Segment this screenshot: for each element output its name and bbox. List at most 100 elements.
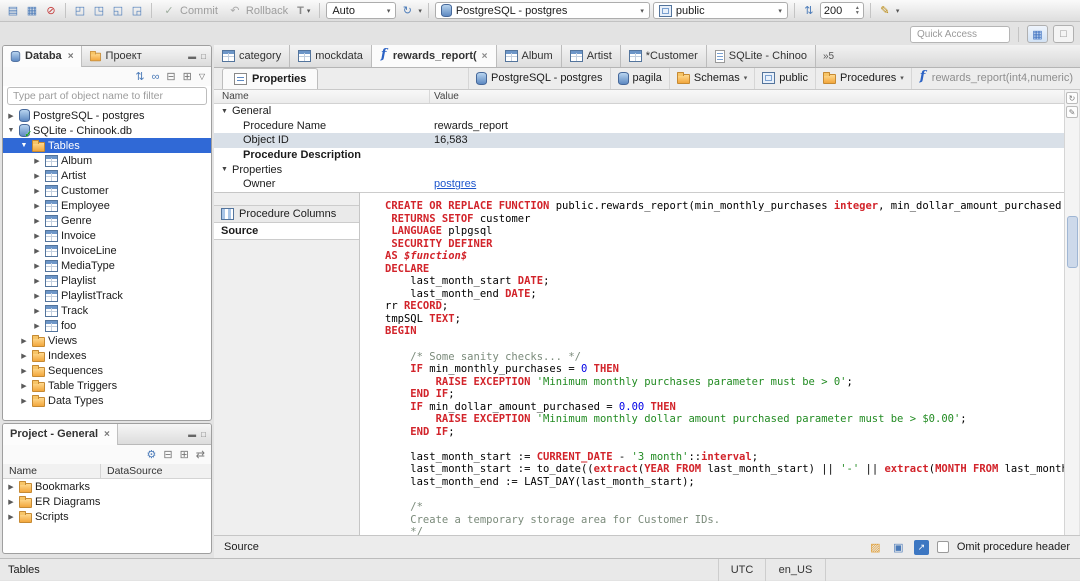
close-tab-icon[interactable]: × — [482, 51, 488, 62]
expand-arrow-icon[interactable]: ▶ — [6, 513, 16, 521]
edit-value-icon[interactable]: ✎ — [1066, 106, 1078, 118]
expand-arrow-icon[interactable]: ▶ — [32, 292, 42, 300]
tree-item-foo[interactable]: ▶ foo — [3, 318, 211, 333]
link-editor-icon[interactable]: ⇄ — [196, 448, 205, 461]
project-item-scripts[interactable]: ▶ Scripts — [3, 509, 211, 524]
expand-all-icon[interactable]: ⊞ — [183, 70, 192, 83]
window-layout-bottom-left-icon[interactable]: ◱ — [110, 3, 126, 19]
tree-item-track[interactable]: ▶ Track — [3, 303, 211, 318]
tree-item-mediatype[interactable]: ▶ MediaType — [3, 258, 211, 273]
tree-item-sequences[interactable]: ▶ Sequences — [3, 363, 211, 378]
collapse-all-icon[interactable]: ⊟ — [166, 70, 175, 83]
tree-item-playlisttrack[interactable]: ▶ PlaylistTrack — [3, 288, 211, 303]
view-menu-icon[interactable]: ▽ — [199, 72, 205, 81]
breadcrumb-item-rewards-report-int4-numeric[interactable]: rewards_report(int4,numeric) — [910, 68, 1080, 89]
window-layout-top-right-icon[interactable]: ◳ — [91, 3, 107, 19]
tab-project-general[interactable]: Project - General × — [3, 424, 118, 445]
expand-arrow-icon[interactable]: ▶ — [6, 498, 16, 506]
collapse-arrow-icon[interactable]: ▼ — [19, 142, 29, 149]
tree-item-artist[interactable]: ▶ Artist — [3, 168, 211, 183]
sync-selection-icon[interactable]: ⇅ — [135, 70, 144, 83]
tree-item-tables[interactable]: ▼ Tables — [3, 138, 211, 153]
rollback-button[interactable]: ↶ Rollback — [224, 3, 291, 19]
link-editor-icon[interactable]: ∞ — [152, 71, 160, 83]
expand-arrow-icon[interactable]: ▶ — [19, 352, 29, 360]
window-layout-bottom-right-icon[interactable]: ◲ — [129, 3, 145, 19]
close-icon[interactable]: × — [68, 51, 74, 62]
commit-button[interactable]: ✓ Commit — [158, 3, 221, 19]
open-in-sql-editor-icon[interactable]: ↗ — [913, 539, 929, 555]
editor-subtab-source[interactable]: Source — [214, 222, 359, 240]
editor-tab-album[interactable]: Album — [496, 45, 562, 67]
tree-item-table-triggers[interactable]: ▶ Table Triggers — [3, 378, 211, 393]
expand-all-icon[interactable]: ⊞ — [180, 448, 189, 461]
tree-item-album[interactable]: ▶ Album — [3, 153, 211, 168]
breadcrumb-item-pagila[interactable]: pagila — [609, 68, 669, 89]
expand-arrow-icon[interactable]: ▶ — [6, 112, 16, 120]
editor-tab-artist[interactable]: Artist — [561, 45, 621, 67]
minimize-icon[interactable]: ▬ — [188, 52, 196, 61]
expand-arrow-icon[interactable]: ▶ — [32, 277, 42, 285]
tree-item-indexes[interactable]: ▶ Indexes — [3, 348, 211, 363]
tree-item-sqlite-chinook-db[interactable]: ▼ SQLite - Chinook.db — [3, 123, 211, 140]
property-row-general[interactable]: ▼ General — [214, 104, 1064, 119]
breadcrumb-item-postgresql-postgres[interactable]: PostgreSQL - postgres — [468, 68, 609, 89]
object-filter-input[interactable]: Type part of object name to filter — [7, 87, 207, 105]
omit-procedure-header-checkbox[interactable] — [936, 541, 949, 553]
tab-database-navigator[interactable]: Databa × — [3, 46, 82, 67]
editor-tab-category[interactable]: category — [214, 45, 291, 67]
chevron-down-icon[interactable]: ▾ — [744, 74, 748, 82]
edit-pencil-icon[interactable]: ✎ — [877, 3, 893, 19]
expand-arrow-icon[interactable]: ▶ — [19, 382, 29, 390]
expand-arrow-icon[interactable]: ▶ — [19, 367, 29, 375]
property-row-procedure-name[interactable]: Procedure Name rewards_report — [214, 119, 1064, 134]
expand-arrow-icon[interactable]: ▶ — [32, 157, 42, 165]
expand-arrow-icon[interactable]: ▶ — [32, 247, 42, 255]
project-item-bookmarks[interactable]: ▶ Bookmarks — [3, 479, 211, 494]
settings-gear-icon[interactable]: ⚙ — [146, 448, 156, 461]
property-row-procedure-description[interactable]: Procedure Description — [214, 148, 1064, 163]
vertical-scrollbar[interactable]: ↻ ✎ — [1064, 90, 1079, 535]
minimize-icon[interactable]: ▬ — [188, 430, 196, 439]
collapse-arrow-icon[interactable]: ▼ — [6, 127, 16, 134]
tab-properties[interactable]: Properties — [222, 68, 319, 89]
new-sql-script-icon[interactable]: ▦ — [24, 3, 40, 19]
commit-mode-combo[interactable]: Auto ▾ — [326, 2, 397, 19]
source-code[interactable]: CREATE OR REPLACE FUNCTION public.reward… — [360, 192, 1064, 535]
refresh-icon[interactable]: ↻ — [1066, 92, 1078, 104]
expand-arrow-icon[interactable]: ▶ — [19, 337, 29, 345]
collapse-all-icon[interactable]: ⊟ — [163, 448, 172, 461]
sync-rows-icon[interactable]: ⇅ — [801, 3, 817, 19]
column-header-name[interactable]: Name — [3, 464, 101, 478]
window-layout-top-left-icon[interactable]: ◰ — [72, 3, 88, 19]
save-to-file-icon[interactable]: ▣ — [891, 540, 906, 555]
expand-arrow-icon[interactable]: ▶ — [32, 217, 42, 225]
expand-arrow-icon[interactable]: ▶ — [32, 232, 42, 240]
editor-tab-rewards-report[interactable]: rewards_report(× — [371, 45, 497, 67]
tree-item-views[interactable]: ▶ Views — [3, 333, 211, 348]
transaction-mode-button[interactable]: T ▾ — [294, 5, 313, 17]
persist-changes-icon[interactable]: ▨ — [868, 540, 883, 555]
project-item-er-diagrams[interactable]: ▶ ER Diagrams — [3, 494, 211, 509]
tree-item-postgresql-postgres[interactable]: ▶ PostgreSQL - postgres — [3, 108, 211, 123]
spinner-arrows-icon[interactable]: ▲ ▼ — [855, 5, 860, 16]
close-icon[interactable]: × — [104, 429, 110, 440]
fetch-size-input[interactable]: 200 ▲ ▼ — [819, 2, 864, 19]
disconnect-icon[interactable]: ⊘ — [43, 3, 59, 19]
expand-arrow-icon[interactable]: ▶ — [6, 483, 16, 491]
tree-item-invoice[interactable]: ▶ Invoice — [3, 228, 211, 243]
scrollbar-thumb[interactable] — [1066, 216, 1078, 268]
tree-item-employee[interactable]: ▶ Employee — [3, 198, 211, 213]
expand-arrow-icon[interactable]: ▶ — [32, 187, 42, 195]
quick-access-input[interactable]: Quick Access — [910, 25, 1010, 43]
breadcrumb-item-public[interactable]: public — [754, 68, 815, 89]
expand-arrow-icon[interactable]: ▶ — [19, 397, 29, 405]
hidden-tabs-count[interactable]: »5 — [816, 45, 841, 67]
owner-link[interactable]: postgres — [434, 178, 476, 190]
expand-arrow-icon[interactable]: ▶ — [32, 307, 42, 315]
column-header-datasource[interactable]: DataSource — [101, 464, 211, 478]
expand-arrow-icon[interactable]: ▶ — [32, 172, 42, 180]
property-row-object-id[interactable]: Object ID 16,583 — [214, 133, 1064, 148]
tab-projects[interactable]: Проект — [82, 46, 149, 67]
refresh-timer-icon[interactable]: ↻ — [399, 3, 415, 19]
